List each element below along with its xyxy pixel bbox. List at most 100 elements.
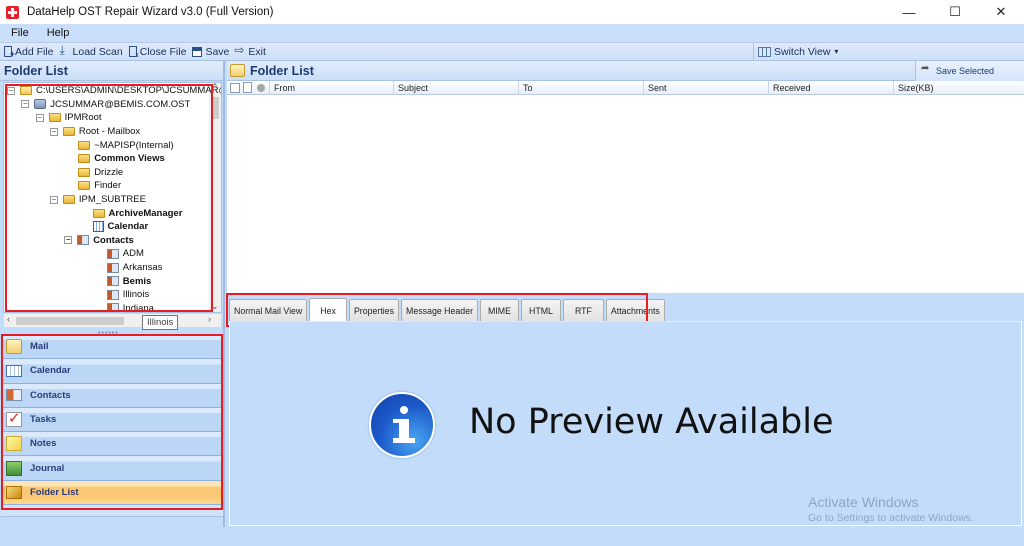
contacts-icon	[6, 389, 22, 402]
column-sent[interactable]: Sent	[644, 80, 769, 95]
maximize-button[interactable]: ☐	[932, 0, 978, 24]
left-pane-title: Folder List	[0, 61, 223, 81]
add-file-button[interactable]: Add File	[4, 46, 54, 59]
tab-hex[interactable]: Hex	[309, 298, 347, 322]
column-to[interactable]: To	[519, 80, 644, 95]
collapse-toggle-icon[interactable]: −	[21, 100, 30, 109]
menu-file[interactable]: File	[0, 27, 36, 39]
close-button[interactable]: ✕	[978, 0, 1024, 24]
nav-item-calendar[interactable]: Calendar	[1, 359, 223, 384]
nav-item-mail[interactable]: Mail	[1, 335, 223, 360]
column-received[interactable]: Received	[769, 80, 894, 95]
tab-message-header[interactable]: Message Header	[401, 299, 479, 321]
no-preview-message: No Preview Available	[469, 402, 834, 442]
tree-item[interactable]: ADM	[106, 247, 144, 261]
save-selected-label: Save Selected	[936, 66, 995, 76]
switch-view-button[interactable]: Switch View ▾	[753, 43, 838, 60]
select-all-checkbox[interactable]	[230, 82, 240, 93]
collapse-toggle-icon[interactable]: −	[64, 236, 73, 245]
collapse-toggle-icon[interactable]: −	[49, 127, 58, 136]
nav-item-label: Mail	[30, 341, 49, 353]
activation-watermark: Activate Windows Go to Settings to activ…	[808, 494, 974, 524]
switch-view-label: Switch View	[774, 45, 831, 58]
nav-item-folder-list[interactable]: Folder List	[1, 480, 223, 506]
tree-item[interactable]: − IPMRoot	[35, 111, 102, 125]
nav-item-label: Calendar	[30, 365, 71, 377]
folder-open-icon	[20, 86, 32, 96]
tasks-icon	[6, 409, 22, 428]
tab-mime[interactable]: MIME	[480, 299, 519, 321]
column-from[interactable]: From	[269, 80, 394, 95]
column-size[interactable]: Size(KB)	[894, 81, 1024, 95]
tree-horizontal-scrollbar[interactable]: ‹ ›	[3, 313, 222, 328]
nav-item-journal[interactable]: Journal	[1, 456, 223, 481]
contacts-icon	[106, 248, 119, 259]
save-selected-button[interactable]: Save Selected	[915, 61, 1024, 81]
tree-item[interactable]: − Root - Mailbox	[49, 125, 140, 139]
chevron-down-icon: ▾	[834, 47, 839, 56]
tree-item-label: ADM	[122, 248, 144, 260]
preview-pane: No Preview Available Activate Windows Go…	[229, 321, 1022, 526]
folder-icon	[78, 167, 91, 177]
tree-item[interactable]: Common Views	[78, 152, 165, 166]
tree-item-label: ArchiveManager	[108, 207, 183, 219]
tree-item-label: JCSUMMAR@BEMIS.COM.OST	[50, 98, 191, 110]
minimize-button[interactable]: —	[886, 0, 932, 24]
tab-rtf[interactable]: RTF	[562, 299, 604, 321]
nav-item-notes[interactable]: Notes	[1, 432, 223, 457]
tree-item[interactable]: ArchiveManager	[92, 206, 183, 220]
toolbar: Add File Load Scan Close File Save Exit …	[0, 42, 1024, 61]
export-arrow-icon	[921, 63, 932, 76]
contacts-icon	[106, 276, 119, 287]
tree-item[interactable]: − Contacts	[64, 234, 134, 248]
navigation-pane: Mail Calendar Contacts Tasks Notes Journal Fol…	[1, 333, 223, 527]
tab-properties[interactable]: Properties	[348, 299, 400, 321]
tree-item-label: Common Views	[94, 153, 165, 165]
tab-html[interactable]: HTML	[521, 299, 561, 321]
tree-item[interactable]: − C:\USERS\ADMIN\DESKTOP\JCSUMMAR@E	[7, 84, 221, 98]
tree-item[interactable]: − IPM_SUBTREE	[49, 193, 146, 207]
tree-item[interactable]: Bemis	[106, 274, 151, 288]
calendar-icon	[6, 364, 22, 377]
load-scan-button[interactable]: Load Scan	[60, 43, 123, 58]
save-label: Save	[205, 45, 230, 58]
close-file-icon	[128, 46, 139, 59]
tree-item[interactable]: Illinois	[106, 288, 149, 302]
tab-attachments[interactable]: Attachments	[605, 299, 665, 321]
tree-vertical-scrollbar[interactable]: ⌃ ⌄	[209, 83, 221, 312]
nav-item-contacts[interactable]: Contacts	[1, 383, 223, 408]
tree-item[interactable]: Drizzle	[78, 166, 123, 180]
scrollbar-thumb[interactable]	[211, 97, 219, 119]
tree-item[interactable]: Indiana	[106, 302, 154, 312]
status-bar	[0, 527, 1024, 546]
menu-help[interactable]: Help	[36, 27, 77, 39]
attachment-icon	[257, 83, 265, 92]
contacts-icon	[106, 289, 119, 300]
scrollbar-thumb[interactable]	[16, 317, 124, 325]
collapse-toggle-icon[interactable]: −	[49, 195, 58, 204]
contacts-icon	[77, 235, 90, 246]
tab-normal-mail-view[interactable]: Normal Mail View	[229, 299, 308, 321]
nav-item-label: Folder List	[30, 486, 79, 498]
tree-item[interactable]: Finder	[78, 179, 121, 193]
info-icon	[369, 392, 435, 458]
folder-icon	[78, 154, 91, 164]
nav-item-tasks[interactable]: Tasks	[1, 407, 223, 433]
scroll-right-icon[interactable]: ›	[208, 314, 211, 324]
tree-item[interactable]: Arkansas	[106, 261, 162, 275]
left-pane: Folder List ⌃ ⌄ − C:\USERS\ADMIN\DESKTOP\…	[0, 61, 225, 527]
mail-list[interactable]	[227, 95, 1024, 293]
exit-button[interactable]: Exit	[234, 43, 266, 58]
tree-item-label: IPM_SUBTREE	[78, 194, 146, 206]
tree-item[interactable]: ~MAPISP(Internal)	[78, 138, 174, 152]
scroll-down-icon[interactable]: ⌄	[211, 301, 219, 312]
column-subject[interactable]: Subject	[394, 80, 519, 95]
collapse-toggle-icon[interactable]: −	[7, 86, 15, 95]
save-button[interactable]: Save	[192, 46, 229, 58]
collapse-toggle-icon[interactable]: −	[35, 113, 44, 122]
exit-icon	[234, 43, 245, 57]
scroll-left-icon[interactable]: ‹	[7, 314, 10, 324]
tree-item[interactable]: − JCSUMMAR@BEMIS.COM.OST	[21, 98, 190, 112]
close-file-button[interactable]: Close File	[128, 46, 186, 59]
tree-item[interactable]: Calendar	[92, 220, 148, 234]
